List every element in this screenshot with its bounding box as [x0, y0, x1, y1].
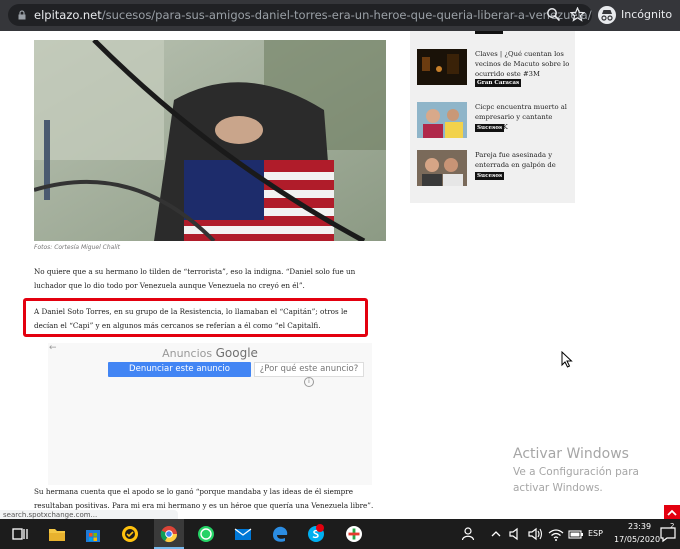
news-title[interactable]: Claves | ¿Qué cuentan los vecinos de Mac… [475, 49, 575, 79]
news-category-tag[interactable]: Gran Caracas [475, 79, 522, 87]
file-explorer-icon[interactable] [48, 525, 66, 543]
photo-caption: Fotos: Cortesía Miguel Chalit [34, 244, 121, 251]
ad-header: Anuncios Google [48, 346, 372, 360]
related-news-sidebar: Claves | ¿Qué cuentan los vecinos de Mac… [410, 31, 575, 203]
news-thumbnail[interactable] [417, 150, 467, 186]
whatsapp-icon[interactable] [197, 525, 215, 543]
app-plus-icon[interactable] [345, 525, 363, 543]
microsoft-store-icon[interactable] [84, 525, 102, 543]
url-host: elpitazo.net [34, 8, 102, 22]
incognito-icon[interactable] [598, 6, 616, 24]
edge-icon[interactable] [271, 525, 289, 543]
highlight-box [23, 298, 368, 337]
report-ad-button[interactable]: Denunciar este anuncio [108, 362, 251, 377]
why-this-ad-label: ¿Por qué este anuncio? [259, 364, 359, 374]
news-thumbnail[interactable] [417, 49, 467, 85]
norton-icon[interactable] [121, 525, 139, 543]
address-bar[interactable]: elpitazo.net/sucesos/para-sus-amigos-dan… [8, 4, 592, 26]
language-indicator[interactable]: ESP [588, 529, 603, 538]
volume-muted-icon[interactable] [507, 525, 525, 543]
incognito-glyph [601, 10, 613, 21]
volume-icon[interactable] [527, 525, 545, 543]
news-thumbnail-image [417, 49, 467, 85]
browser-toolbar: elpitazo.net/sucesos/para-sus-amigos-dan… [0, 0, 680, 31]
url-path: /sucesos/para-sus-amigos-daniel-torres-e… [101, 8, 592, 22]
sidebar-news-item[interactable]: Pareja fue asesinada y enterrada en galp… [417, 150, 575, 190]
task-view-icon[interactable] [11, 525, 29, 543]
clock-time[interactable]: 23:39 [628, 522, 651, 531]
google-logo: Google [215, 346, 258, 360]
incognito-label: Incógnito [621, 8, 673, 21]
article-photo-image [34, 40, 386, 241]
windows-taskbar: ESP 23:39 17/05/2020 2 [0, 519, 680, 549]
notification-count: 2 [670, 522, 675, 530]
sidebar-news-item[interactable]: Claves | ¿Qué cuentan los vecinos de Mac… [417, 49, 575, 89]
news-thumbnail-image [417, 150, 467, 186]
chevron-up-icon [667, 509, 677, 516]
google-ad: ← Anuncios Google Denunciar este anuncio… [48, 343, 372, 485]
chrome-icon[interactable] [160, 525, 178, 543]
truncated-tag [475, 31, 503, 34]
why-this-ad-button[interactable]: ¿Por qué este anuncio? i [254, 362, 364, 387]
article-paragraph-3: Su hermana cuenta que el apodo se lo gan… [34, 487, 374, 510]
skype-notification-dot [316, 524, 324, 532]
news-category-tag[interactable]: Sucesos [475, 172, 505, 180]
people-icon[interactable] [461, 525, 479, 543]
lock-icon [18, 10, 26, 20]
url-text: elpitazo.net/sucesos/para-sus-amigos-dan… [34, 8, 592, 22]
news-thumbnail[interactable] [417, 102, 467, 138]
news-category-tag[interactable]: Sucesos [475, 124, 505, 132]
news-thumbnail-image [417, 102, 467, 138]
clock-date[interactable]: 17/05/2020 [614, 535, 660, 544]
activate-windows-subtitle: Ve a Configuración para activar Windows. [513, 466, 639, 494]
scroll-to-top-button[interactable] [664, 505, 680, 519]
mouse-cursor-icon [561, 351, 573, 368]
battery-icon[interactable] [567, 525, 585, 543]
mail-icon[interactable] [234, 525, 252, 543]
ad-anuncios-label: Anuncios [162, 347, 213, 360]
activate-windows-title: Activar Windows [513, 446, 629, 462]
info-icon: i [304, 376, 314, 387]
search-icon[interactable] [546, 7, 561, 22]
chevron-up-icon[interactable] [487, 525, 505, 543]
star-icon[interactable] [570, 7, 585, 22]
wifi-icon[interactable] [547, 525, 565, 543]
sidebar-news-item[interactable]: Cicpc encuentra muerto al empresario y c… [417, 102, 575, 142]
article-photo [34, 40, 386, 241]
article-paragraph-1: No quiere que a su hermano lo tilden de … [34, 267, 356, 290]
